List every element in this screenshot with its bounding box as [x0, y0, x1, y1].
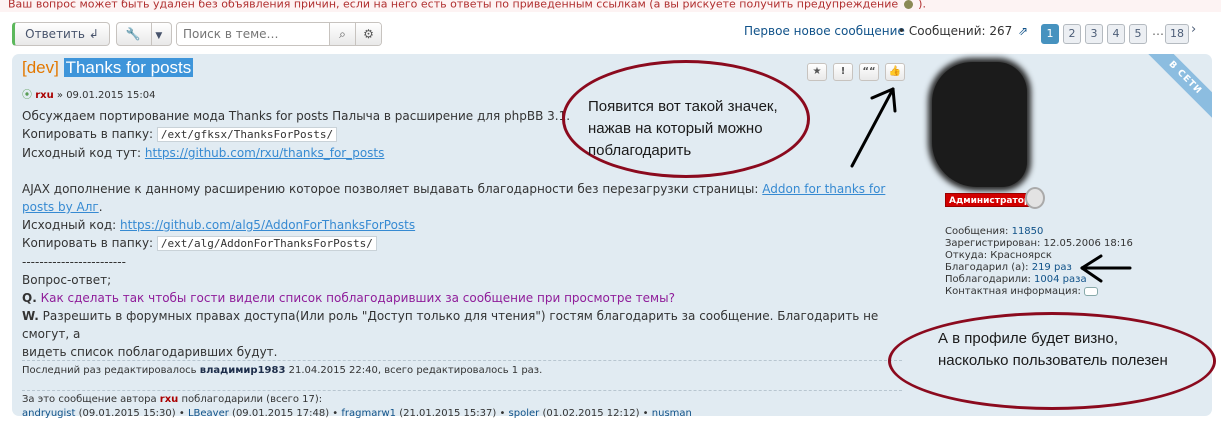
arrow-to-profile-stats — [1080, 254, 1132, 283]
arrow-to-thanks-button — [850, 87, 897, 168]
annotation-arrows — [850, 87, 1132, 283]
